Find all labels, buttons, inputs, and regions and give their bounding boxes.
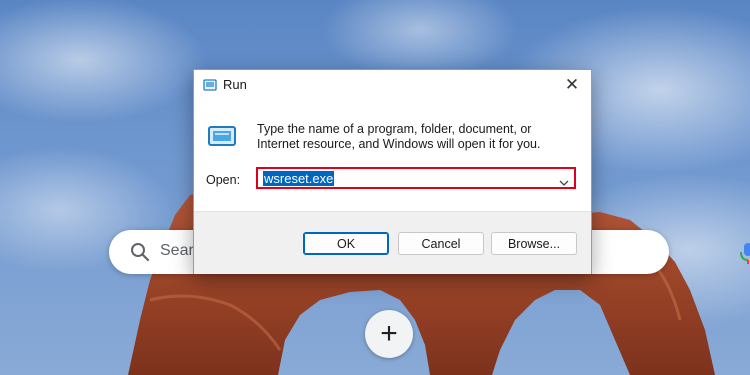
open-label: Open: [206,173,241,187]
browse-button[interactable]: Browse... [491,232,577,255]
title-bar[interactable]: Run ✕ [194,70,591,100]
open-combobox[interactable]: wsreset.exe [256,167,576,189]
dialog-title: Run [223,77,247,92]
cancel-button[interactable]: Cancel [398,232,484,255]
ok-button[interactable]: OK [303,232,389,255]
chevron-down-icon[interactable] [559,174,569,192]
run-dialog: Run ✕ Type the name of a program, folder… [193,69,592,274]
run-program-icon [207,124,237,153]
close-icon: ✕ [564,75,580,94]
dialog-footer: OK Cancel Browse... [194,211,591,274]
close-button[interactable]: ✕ [559,73,585,97]
dialog-description: Type the name of a program, folder, docu… [257,122,541,151]
open-input-value[interactable]: wsreset.exe [263,171,335,186]
mic-icon[interactable] [737,241,750,270]
run-icon [203,78,217,96]
add-shortcut-button[interactable]: + [365,310,413,358]
search-icon [129,241,151,268]
